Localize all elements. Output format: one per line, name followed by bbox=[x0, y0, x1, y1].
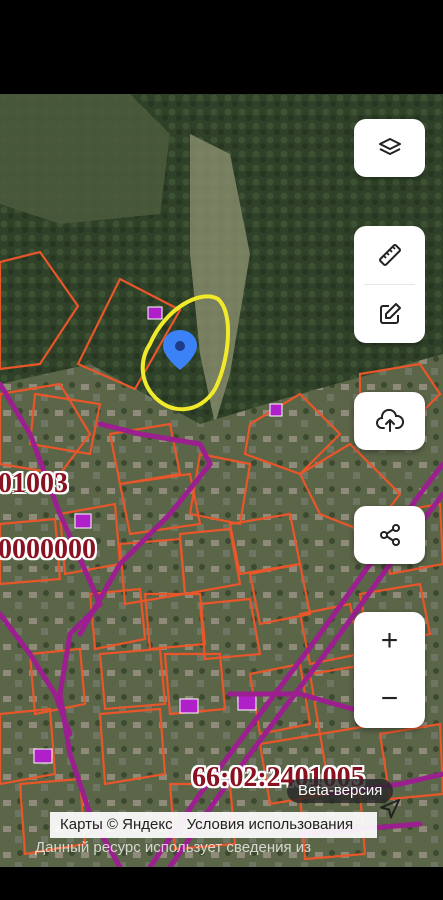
cadastral-label: 01003 bbox=[0, 468, 68, 499]
share-icon bbox=[379, 524, 400, 546]
map-view[interactable]: 01003 0000000 66:02:2401005 bbox=[0, 94, 443, 867]
terms-link[interactable]: Условия использования bbox=[187, 816, 354, 833]
edit-button[interactable] bbox=[354, 285, 425, 343]
zoom-panel: + − bbox=[354, 612, 425, 728]
share-button[interactable] bbox=[354, 506, 425, 564]
cadastral-label: 0000000 bbox=[0, 534, 96, 565]
data-source-notice: Данный ресурс использует сведения из bbox=[35, 839, 312, 856]
meadow-area bbox=[0, 94, 170, 224]
zoom-in-label: + bbox=[380, 624, 399, 657]
navigation-arrow-icon bbox=[380, 799, 400, 819]
edit-icon bbox=[379, 303, 401, 324]
copyright-text: Карты © Яндекс bbox=[60, 816, 173, 833]
ruler-button[interactable] bbox=[354, 226, 425, 284]
ruler-icon bbox=[378, 244, 401, 266]
layers-icon bbox=[378, 138, 401, 155]
upload-button[interactable] bbox=[354, 392, 425, 450]
zoom-out-button[interactable]: − bbox=[354, 670, 425, 728]
zoom-out-label: − bbox=[380, 682, 399, 715]
map-attribution: Карты © Яндекс Условия использования bbox=[50, 812, 378, 838]
cloud-upload-icon bbox=[375, 408, 404, 432]
zoom-in-button[interactable]: + bbox=[354, 612, 425, 670]
layers-button[interactable] bbox=[354, 119, 425, 177]
tools-panel bbox=[354, 226, 425, 343]
status-bar-area bbox=[0, 0, 443, 94]
bottom-bar bbox=[0, 867, 443, 900]
